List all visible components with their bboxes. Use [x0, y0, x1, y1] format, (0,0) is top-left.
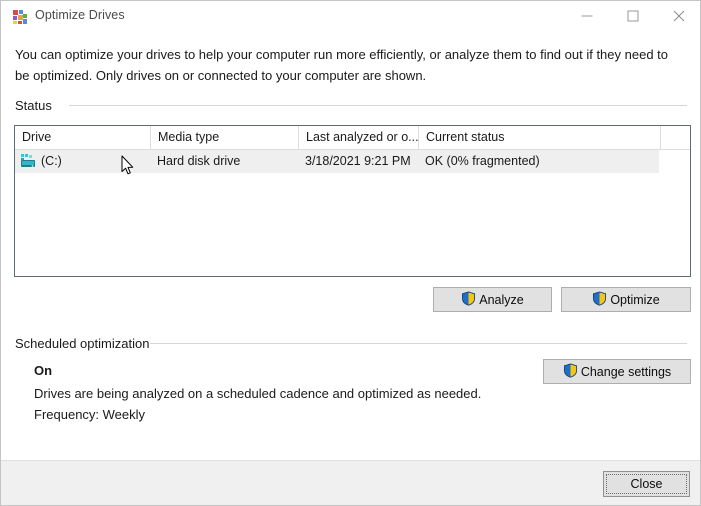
uac-shield-icon	[461, 290, 476, 309]
footer-bar	[1, 460, 700, 505]
status-group-divider	[69, 105, 687, 106]
maximize-icon	[627, 10, 639, 22]
window-title: Optimize Drives	[35, 8, 125, 22]
intro-text: You can optimize your drives to help you…	[15, 47, 669, 83]
optimize-drives-window: Optimize Drives You can optimize your dr…	[0, 0, 701, 506]
column-header-current-status[interactable]: Current status	[418, 126, 660, 149]
change-settings-button[interactable]: Change settings	[543, 359, 691, 384]
minimize-button[interactable]	[564, 1, 610, 31]
column-header-media-type[interactable]: Media type	[150, 126, 298, 149]
defrag-icon	[12, 9, 28, 25]
uac-shield-icon	[592, 290, 607, 309]
cell-media-type: Hard disk drive	[157, 154, 241, 168]
cell-current-status: OK (0% fragmented)	[425, 154, 540, 168]
drives-table: Drive Media type Last analyzed or o... C…	[14, 125, 691, 277]
analyze-button-label: Analyze	[479, 292, 524, 307]
status-group-label: Status	[15, 98, 52, 113]
schedule-frequency: Frequency: Weekly	[34, 407, 146, 422]
optimize-button-label: Optimize	[610, 292, 660, 307]
close-icon	[673, 10, 685, 22]
table-row[interactable]: (C:) Hard disk drive 3/18/2021 9:21 PM O…	[15, 150, 659, 173]
close-button[interactable]: Close	[603, 471, 690, 497]
close-window-button[interactable]	[656, 1, 700, 31]
uac-shield-icon	[563, 362, 578, 381]
analyze-button[interactable]: Analyze	[433, 287, 552, 312]
minimize-icon	[581, 15, 593, 17]
scheduled-optimization-divider	[150, 343, 687, 344]
focus-outline	[606, 474, 687, 494]
column-header-last-analyzed[interactable]: Last analyzed or o...	[298, 126, 418, 149]
cell-last-analyzed: 3/18/2021 9:21 PM	[305, 154, 411, 168]
optimize-button[interactable]: Optimize	[561, 287, 691, 312]
drives-table-header: Drive Media type Last analyzed or o... C…	[15, 126, 690, 150]
column-header-drive[interactable]: Drive	[15, 126, 150, 149]
cell-drive: (C:)	[41, 154, 62, 168]
maximize-button[interactable]	[610, 1, 656, 31]
scheduled-optimization-group-label: Scheduled optimization	[15, 336, 150, 351]
column-header-spacer	[660, 126, 690, 149]
title-bar: Optimize Drives	[1, 1, 700, 32]
change-settings-label: Change settings	[580, 364, 672, 379]
schedule-state: On	[34, 363, 53, 378]
schedule-description: Drives are being analyzed on a scheduled…	[34, 386, 482, 401]
